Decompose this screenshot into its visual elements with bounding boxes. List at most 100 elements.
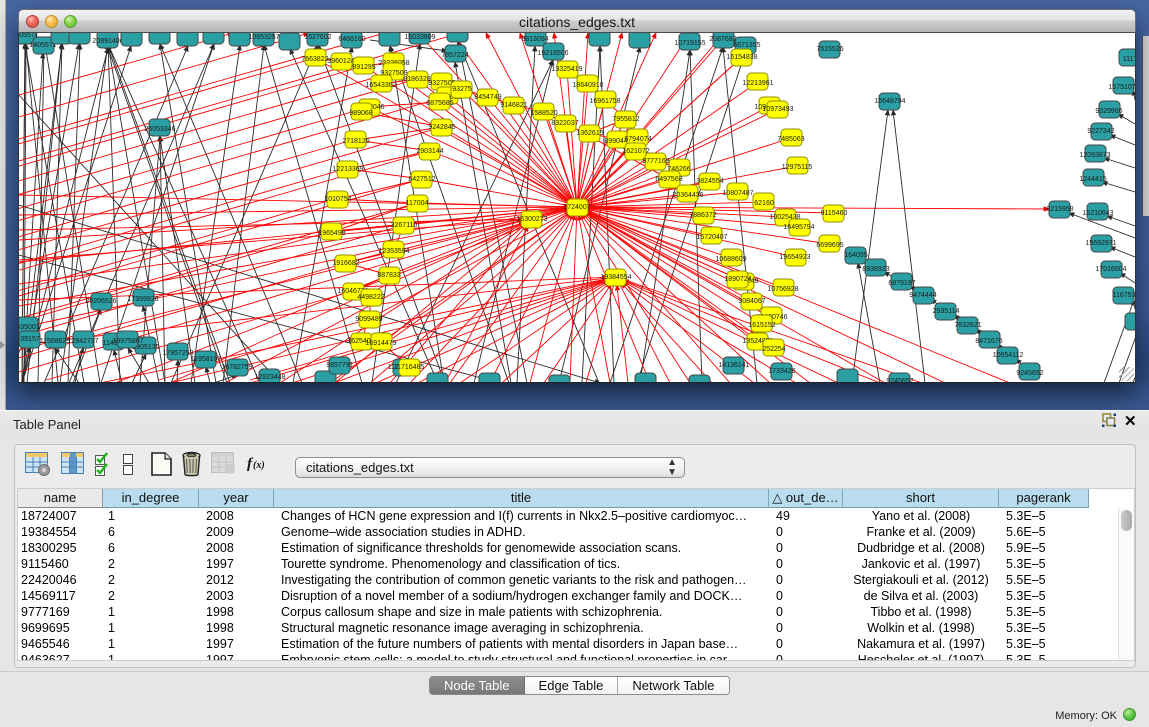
svg-text:15692971: 15692971 [1085, 240, 1116, 247]
svg-text:6879197: 6879197 [888, 280, 915, 287]
svg-text:12213961: 12213961 [742, 80, 773, 87]
svg-text:7886372: 7886372 [689, 212, 716, 219]
svg-text:18640910: 18640910 [572, 82, 603, 89]
svg-text:15720407: 15720407 [696, 234, 727, 241]
svg-text:2903144: 2903144 [416, 148, 443, 155]
svg-text:20206526: 20206526 [85, 298, 116, 305]
svg-text:1916682: 1916682 [332, 260, 359, 267]
svg-text:17359928: 17359928 [127, 296, 158, 303]
svg-text:12923448: 12923448 [254, 374, 285, 381]
svg-text:7515526: 7515526 [816, 46, 843, 53]
svg-text:9146821: 9146821 [500, 102, 527, 109]
svg-text:9227342: 9227342 [1087, 128, 1114, 135]
svg-text:9245652: 9245652 [1016, 370, 1043, 377]
svg-text:10688609: 10688609 [715, 256, 746, 263]
svg-text:12942737: 12942737 [67, 338, 98, 345]
svg-text:17016504: 17016504 [1095, 266, 1126, 273]
svg-text:6497568: 6497568 [655, 176, 682, 183]
svg-text:12213369: 12213369 [332, 166, 363, 173]
svg-text:12093873: 12093873 [1079, 152, 1110, 159]
svg-text:1588520: 1588520 [530, 110, 557, 117]
svg-text:16648794: 16648794 [874, 98, 905, 105]
svg-text:16961758: 16961758 [589, 98, 620, 105]
svg-text:8813094: 8813094 [521, 36, 548, 43]
svg-text:20891406: 20891406 [92, 38, 123, 45]
svg-text:1362615: 1362615 [576, 130, 603, 137]
svg-text:9115460: 9115460 [821, 210, 848, 217]
svg-text:26053346: 26053346 [144, 126, 175, 133]
svg-text:19654923: 19654923 [779, 254, 810, 261]
svg-text:7663822: 7663822 [301, 56, 328, 63]
svg-text:3875685: 3875685 [426, 100, 453, 107]
svg-text:2718126: 2718126 [342, 138, 369, 145]
svg-text:8454749: 8454749 [474, 94, 501, 101]
svg-text:16495794: 16495794 [783, 224, 814, 231]
svg-text:6466160: 6466160 [338, 36, 365, 43]
svg-text:2087682: 2087682 [709, 36, 736, 43]
svg-text:7857224: 7857224 [441, 52, 468, 59]
svg-text:16543362: 16543362 [365, 82, 396, 89]
svg-text:11716485: 11716485 [394, 364, 425, 371]
svg-text:1965498: 1965498 [318, 230, 345, 237]
svg-text:3960124: 3960124 [327, 58, 354, 65]
svg-text:16782759: 16782759 [221, 364, 252, 371]
svg-text:14136141: 14136141 [718, 362, 749, 369]
svg-text:989068: 989068 [349, 110, 372, 117]
svg-text:8427512: 8427512 [408, 176, 435, 183]
svg-text:13325419: 13325419 [551, 66, 582, 73]
svg-text:62160: 62160 [754, 200, 774, 207]
svg-text:1615152: 1615152 [748, 322, 775, 329]
svg-text:10719155: 10719155 [674, 40, 705, 47]
svg-text:7485063: 7485063 [777, 136, 804, 143]
svg-text:(x): (x) [253, 460, 265, 471]
svg-text:8186328: 8186328 [403, 76, 430, 83]
svg-text:16154838: 16154838 [726, 54, 757, 61]
svg-text:435001: 435001 [19, 324, 40, 331]
svg-text:164095: 164095 [844, 252, 867, 259]
svg-text:9474444: 9474444 [909, 292, 936, 299]
svg-text:9245652: 9245652 [886, 378, 913, 383]
svg-text:8322037: 8322037 [551, 120, 578, 127]
svg-text:12353594: 12353594 [378, 248, 409, 255]
svg-text:3824554: 3824554 [696, 178, 723, 185]
svg-text:11568629: 11568629 [40, 338, 71, 345]
svg-text:20364436: 20364436 [672, 192, 703, 199]
svg-text:6794074: 6794074 [624, 136, 651, 143]
svg-text:10807487: 10807487 [722, 190, 753, 197]
svg-text:15751074: 15751074 [1108, 84, 1135, 91]
svg-text:10756928: 10756928 [767, 286, 798, 293]
svg-text:19975867: 19975867 [112, 338, 143, 345]
svg-text:2935114: 2935114 [933, 308, 960, 315]
svg-text:3267110: 3267110 [391, 222, 418, 229]
svg-text:1733426: 1733426 [768, 368, 795, 375]
svg-text:16914479: 16914479 [365, 340, 396, 347]
svg-text:252254: 252254 [762, 346, 785, 353]
svg-text:39157: 39157 [20, 336, 40, 343]
svg-text:887833: 887833 [377, 272, 400, 279]
svg-text:7632621: 7632621 [954, 322, 981, 329]
svg-text:9857791: 9857791 [326, 362, 353, 369]
svg-text:17957253: 17957253 [162, 350, 193, 357]
svg-text:7955812: 7955812 [612, 116, 639, 123]
svg-text:9242845: 9242845 [428, 124, 455, 131]
svg-text:1244415: 1244415 [1079, 176, 1106, 183]
svg-text:9777169: 9777169 [642, 158, 669, 165]
svg-text:19384554: 19384554 [600, 274, 631, 281]
svg-text:11958107: 11958107 [191, 356, 222, 363]
svg-text:4498222: 4498222 [357, 294, 384, 301]
svg-text:10654112: 10654112 [993, 352, 1024, 359]
svg-text:1724007: 1724007 [563, 204, 590, 211]
svg-text:8938923: 8938923 [862, 266, 889, 273]
svg-text:16210643: 16210643 [1082, 210, 1113, 217]
svg-text:12975115: 12975115 [782, 164, 813, 171]
svg-text:16033809: 16033809 [404, 34, 435, 41]
svg-text:1621072: 1621072 [622, 148, 649, 155]
svg-text:15300273: 15300273 [516, 216, 547, 223]
svg-text:117004: 117004 [406, 200, 429, 207]
svg-text:6699695: 6699695 [816, 242, 843, 249]
svg-text:116753: 116753 [1113, 292, 1135, 299]
svg-text:10853257: 10853257 [248, 34, 279, 41]
svg-text:19218506: 19218506 [537, 50, 568, 57]
svg-text:93275: 93275 [452, 86, 472, 93]
svg-text:9329966: 9329966 [1095, 108, 1122, 115]
